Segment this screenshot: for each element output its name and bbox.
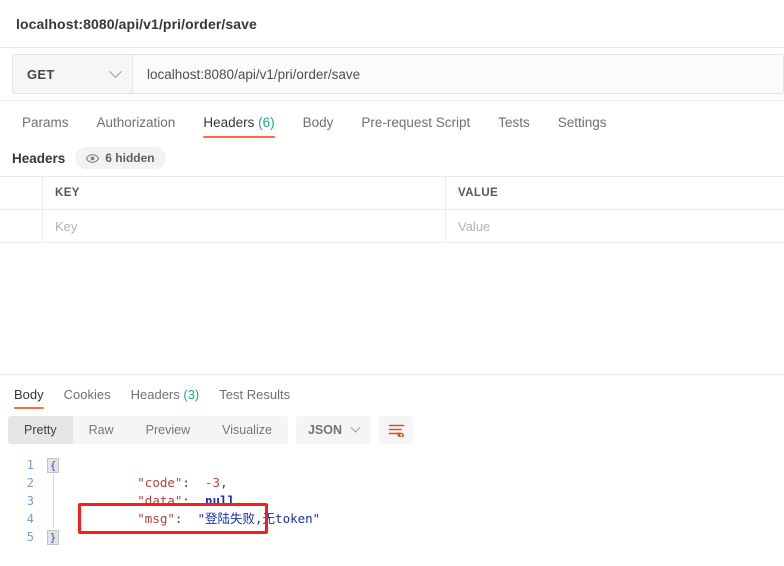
line-number: 3 — [26, 494, 34, 508]
format-segment-group: Pretty Raw Preview Visualize — [8, 416, 288, 444]
tab-authorization-label: Authorization — [96, 114, 176, 130]
format-visualize-button[interactable]: Visualize — [206, 416, 288, 444]
column-header-value: VALUE — [446, 177, 784, 209]
url-bar: GET localhost:8080/api/v1/pri/order/save — [12, 54, 784, 94]
url-input-value: localhost:8080/api/v1/pri/order/save — [147, 66, 361, 82]
response-language-select[interactable]: JSON — [295, 416, 371, 444]
url-bar-container: GET localhost:8080/api/v1/pri/order/save — [0, 48, 784, 101]
code-content: "msg": "登陆失败,无token" — [62, 492, 320, 546]
select-all-cell — [0, 177, 43, 209]
response-tab-headers-count: (3) — [183, 387, 200, 402]
table-row[interactable]: Key Value — [0, 210, 784, 243]
json-colon: : — [174, 511, 190, 526]
eye-icon — [86, 153, 100, 163]
response-tab-body[interactable]: Body — [4, 388, 54, 410]
headers-subbar: Headers 6 hidden — [0, 140, 784, 176]
row-key-cell[interactable]: Key — [43, 210, 446, 242]
fold-marker[interactable]: } — [44, 529, 62, 545]
response-format-toolbar: Pretty Raw Preview Visualize JSON — [0, 410, 784, 450]
tab-headers-count: (6) — [258, 114, 275, 130]
url-input[interactable]: localhost:8080/api/v1/pri/order/save — [133, 55, 783, 93]
tab-pre-request-script-label: Pre-request Script — [361, 114, 471, 130]
request-title: localhost:8080/api/v1/pri/order/save — [16, 15, 257, 32]
tab-tests[interactable]: Tests — [484, 114, 544, 141]
http-method-select[interactable]: GET — [13, 55, 133, 93]
format-preview-label: Preview — [145, 423, 191, 437]
response-tabs: Body Cookies Headers (3) Test Results — [0, 375, 784, 410]
request-tabs: Params Authorization Headers (6) Body Pr… — [0, 101, 784, 140]
tab-params-label: Params — [22, 114, 69, 130]
format-preview-button[interactable]: Preview — [130, 416, 206, 444]
tab-settings[interactable]: Settings — [544, 114, 621, 141]
window-title-bar: localhost:8080/api/v1/pri/order/save — [0, 0, 784, 48]
tab-authorization[interactable]: Authorization — [83, 114, 190, 141]
response-tab-body-label: Body — [14, 387, 44, 402]
tab-body[interactable]: Body — [289, 114, 348, 141]
fold-marker[interactable]: { — [44, 457, 62, 473]
code-line: 4 "msg": "登陆失败,无token" — [0, 510, 784, 528]
column-header-value-label: VALUE — [458, 187, 499, 199]
line-number: 2 — [26, 476, 34, 490]
tab-headers-label: Headers — [203, 114, 255, 130]
tab-params[interactable]: Params — [8, 114, 83, 141]
json-value: "登陆失败,无token" — [197, 511, 321, 526]
chevron-down-icon — [350, 422, 361, 433]
tab-pre-request-script[interactable]: Pre-request Script — [347, 114, 484, 141]
column-header-key-label: KEY — [55, 187, 80, 199]
tab-headers[interactable]: Headers (6) — [189, 114, 288, 141]
response-language-label: JSON — [307, 423, 342, 437]
row-checkbox-cell[interactable] — [0, 210, 43, 242]
column-header-key: KEY — [43, 177, 446, 209]
response-tab-cookies[interactable]: Cookies — [54, 388, 121, 410]
row-value-cell[interactable]: Value — [446, 210, 784, 242]
hidden-headers-label: 6 hidden — [105, 151, 155, 165]
tab-body-label: Body — [302, 114, 334, 130]
format-pretty-label: Pretty — [24, 423, 57, 437]
response-tab-cookies-label: Cookies — [63, 387, 111, 402]
format-visualize-label: Visualize — [222, 423, 272, 437]
open-brace: { — [46, 457, 60, 473]
json-key: "msg" — [137, 511, 175, 526]
wrap-text-button[interactable] — [379, 416, 413, 444]
http-method-label: GET — [27, 66, 55, 82]
response-tab-headers-label: Headers — [130, 387, 180, 402]
response-tab-test-results[interactable]: Test Results — [209, 388, 300, 410]
hidden-headers-toggle[interactable]: 6 hidden — [75, 147, 166, 169]
tab-settings-label: Settings — [557, 114, 607, 130]
close-brace: } — [46, 529, 60, 545]
response-body-code[interactable]: 1 { 2 "code": -3, 3 "data": null, 4 "msg… — [0, 450, 784, 546]
headers-table: KEY VALUE Key Value — [0, 176, 784, 243]
wrap-text-icon — [388, 424, 404, 437]
format-raw-label: Raw — [88, 423, 114, 437]
response-tab-headers[interactable]: Headers (3) — [121, 388, 210, 410]
value-input-placeholder: Value — [458, 218, 491, 234]
empty-space — [0, 243, 784, 374]
headers-section-title: Headers — [12, 150, 66, 166]
line-number: 4 — [26, 512, 34, 526]
table-header-row: KEY VALUE — [0, 177, 784, 210]
line-number: 5 — [26, 530, 34, 544]
line-number: 1 — [26, 458, 34, 472]
format-pretty-button[interactable]: Pretty — [8, 416, 73, 444]
response-tab-test-results-label: Test Results — [219, 387, 291, 402]
tab-tests-label: Tests — [498, 114, 530, 130]
key-input-placeholder: Key — [55, 218, 78, 234]
chevron-down-icon — [109, 64, 122, 78]
format-raw-button[interactable]: Raw — [73, 416, 130, 444]
